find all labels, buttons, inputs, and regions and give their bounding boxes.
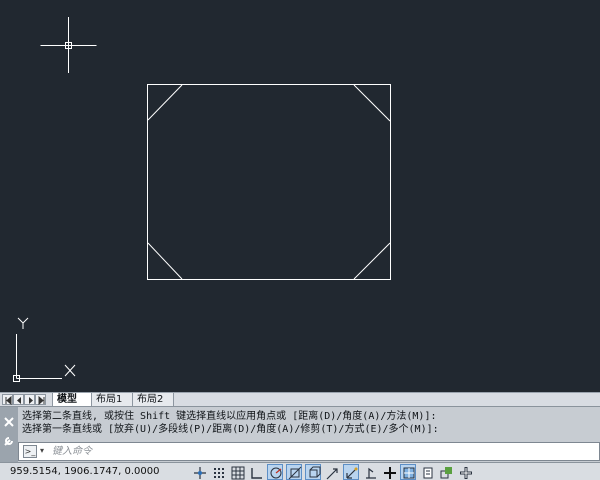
tab-layout2[interactable]: 布局2 (132, 393, 174, 407)
wrench-icon[interactable] (3, 432, 15, 446)
tab-layout1[interactable]: 布局1 (91, 393, 133, 407)
autocad-window: 模型 布局1 布局2 选择第二条直线, 或按住 Shift 键选择直线以应用角点… (0, 0, 600, 480)
polar-tracking-icon[interactable] (267, 464, 283, 480)
object-snap-3d-icon[interactable] (305, 464, 321, 480)
annotation-monitor-icon[interactable] (457, 464, 473, 480)
chamfered-rectangle[interactable] (147, 84, 391, 280)
layout-tab-bar: 模型 布局1 布局2 (0, 392, 600, 407)
grid-display-icon[interactable] (229, 464, 245, 480)
tab-layout2-label: 布局2 (137, 394, 164, 405)
tab-layout1-label: 布局1 (96, 394, 123, 405)
command-history-line: 选择第一条直线或 [放弃(U)/多段线(P)/距离(D)/角度(A)/修剪(T)… (22, 424, 439, 435)
ucs-icon (13, 317, 76, 382)
dynamic-ucs-icon[interactable] (343, 464, 359, 480)
drawing-svg (13, 17, 391, 382)
command-line: 选择第二条直线, 或按住 Shift 键选择直线以应用角点或 [距离(D)/角度… (0, 406, 600, 463)
tab-model[interactable]: 模型 (52, 393, 92, 407)
snap-grid-icon[interactable] (210, 464, 226, 480)
selection-cycling-icon[interactable] (438, 464, 454, 480)
next-tab-icon[interactable] (24, 394, 35, 405)
ortho-icon[interactable] (248, 464, 264, 480)
prev-tab-icon[interactable] (13, 394, 24, 405)
command-prompt-icon[interactable]: >_ (23, 445, 37, 458)
chevron-down-icon[interactable]: ▾ (40, 446, 44, 455)
close-icon[interactable] (3, 413, 15, 427)
drawing-canvas[interactable] (0, 0, 600, 392)
object-snap-tracking-icon[interactable] (324, 464, 340, 480)
first-tab-icon[interactable] (2, 394, 13, 405)
dynamic-input-icon[interactable] (362, 464, 378, 480)
transparency-icon[interactable] (400, 464, 416, 480)
lineweight-icon[interactable] (381, 464, 397, 480)
quick-properties-icon[interactable] (419, 464, 435, 480)
status-bar: 959.5154, 1906.1747, 0.0000 (0, 462, 600, 480)
command-prompt: >_ ▾ (18, 442, 600, 461)
object-snap-icon[interactable] (286, 464, 302, 480)
crosshair-cursor (40, 17, 97, 73)
command-input[interactable] (52, 444, 582, 459)
tab-model-label: 模型 (57, 394, 77, 405)
model-space-icon[interactable] (191, 464, 207, 480)
command-history-line: 选择第二条直线, 或按住 Shift 键选择直线以应用角点或 [距离(D)/角度… (22, 411, 437, 422)
command-gutter (0, 407, 18, 463)
last-tab-icon[interactable] (35, 394, 46, 405)
coordinate-readout[interactable]: 959.5154, 1906.1747, 0.0000 (10, 465, 160, 479)
command-history: 选择第二条直线, 或按住 Shift 键选择直线以应用角点或 [距离(D)/角度… (22, 410, 598, 436)
